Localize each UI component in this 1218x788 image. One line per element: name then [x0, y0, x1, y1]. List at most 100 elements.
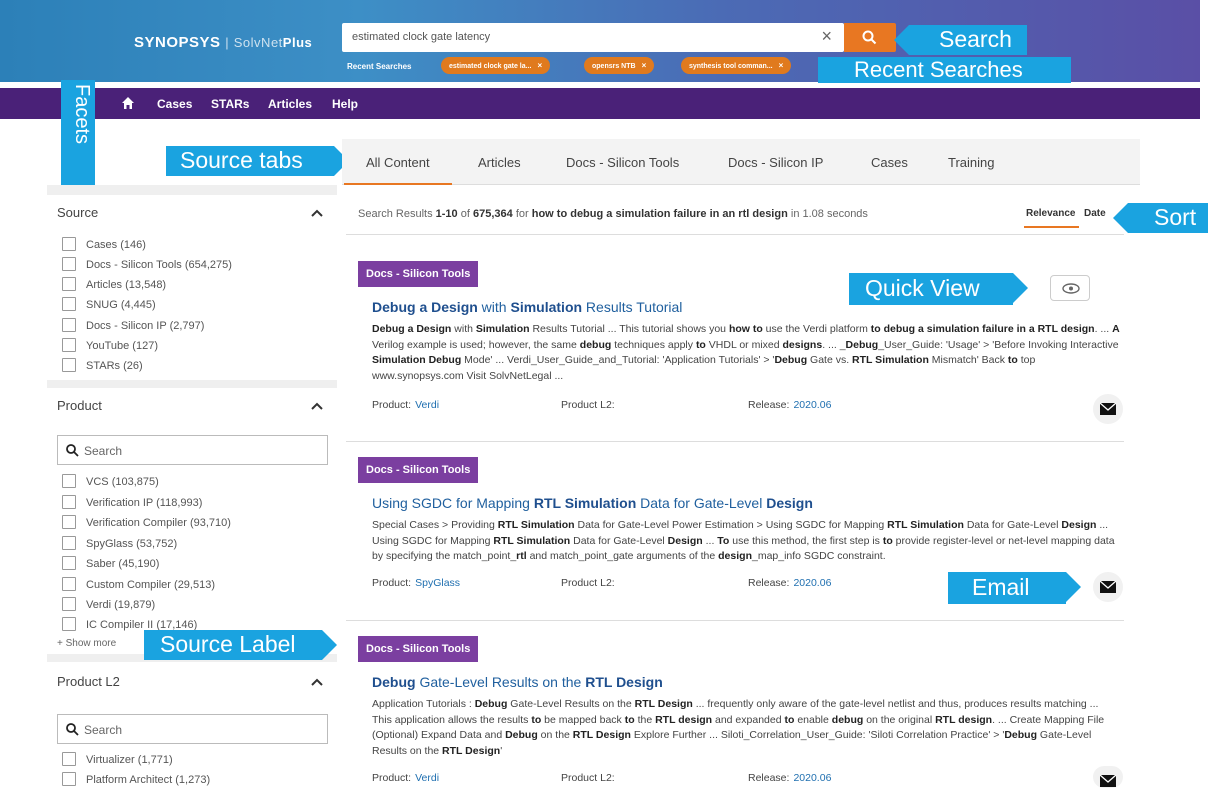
remove-chip-icon[interactable]: × [779, 61, 784, 70]
search-icon [862, 30, 877, 45]
result-product-l2: Product L2: [561, 399, 615, 411]
product-link[interactable]: Verdi [415, 772, 439, 784]
highlight-term: design [718, 550, 752, 562]
sort-relevance[interactable]: Relevance [1023, 208, 1081, 228]
checkbox[interactable] [62, 556, 76, 570]
callout-email: Email [948, 572, 1081, 604]
result-title-link[interactable]: Debug a Design with Simulation Results T… [372, 299, 682, 315]
text-segment: on the original [863, 713, 936, 726]
recent-search-chip[interactable]: estimated clock gate la... × [441, 57, 551, 74]
highlight-term: Design [1061, 519, 1097, 531]
tab-docs-silicon-tools[interactable]: Docs - Silicon Tools [566, 155, 679, 170]
checkbox[interactable] [62, 277, 76, 291]
checkbox[interactable] [62, 577, 76, 591]
tab-all-content[interactable]: All Content [344, 155, 452, 185]
facet-option[interactable]: Virtualizer (1,771) [62, 752, 173, 766]
tab-articles[interactable]: Articles [478, 155, 521, 170]
search-input[interactable]: estimated clock gate latency × [342, 23, 844, 52]
chevron-up-icon[interactable] [311, 402, 323, 410]
facet-option[interactable]: Docs - Silicon IP (2,797) [62, 318, 204, 332]
nav-cases[interactable]: Cases [157, 97, 192, 111]
callout-recent-searches: Recent Searches [818, 57, 1071, 83]
checkbox[interactable] [62, 772, 76, 786]
search-button[interactable] [844, 23, 896, 52]
text-segment: Results Tutorial [582, 299, 683, 315]
text-segment: Gate-Level Results on the [415, 674, 586, 690]
chevron-up-icon[interactable] [311, 209, 323, 217]
checkbox[interactable] [62, 257, 76, 271]
product-plus: Plus [282, 35, 313, 50]
main-nav: Cases STARs Articles Help [0, 88, 1200, 119]
email-button[interactable] [1093, 572, 1123, 602]
checkbox[interactable] [62, 297, 76, 311]
facet-option[interactable]: IC Compiler II (17,146) [62, 617, 197, 631]
facet-option[interactable]: Verification Compiler (93,710) [62, 515, 231, 529]
source-tabs: All Content Articles Docs - Silicon Tool… [342, 139, 1140, 185]
facet-option[interactable]: SpyGlass (53,752) [62, 536, 177, 550]
highlight-term: to [531, 713, 542, 726]
checkbox[interactable] [62, 358, 76, 372]
recent-search-chip[interactable]: opensrs NTB × [584, 57, 655, 74]
text-segment: _map_info SGDC constraint. [751, 550, 886, 562]
remove-chip-icon[interactable]: × [642, 61, 647, 70]
tab-cases[interactable]: Cases [871, 155, 908, 170]
highlight-term: RTL design [655, 713, 713, 726]
highlight-term: how to [728, 323, 763, 335]
result-product: Product: Verdi [372, 399, 440, 411]
facet-option[interactable]: SNUG (4,445) [62, 297, 156, 311]
checkbox[interactable] [62, 536, 76, 550]
checkbox[interactable] [62, 617, 76, 631]
tab-training[interactable]: Training [948, 155, 994, 170]
product-l2-search-input[interactable]: Search [57, 714, 328, 744]
result-title-link[interactable]: Using SGDC for Mapping RTL Simulation Da… [372, 495, 813, 511]
checkbox[interactable] [62, 752, 76, 766]
facet-option[interactable]: Verdi (19,879) [62, 597, 155, 611]
checkbox[interactable] [62, 318, 76, 332]
email-button[interactable] [1093, 766, 1123, 788]
facet-option[interactable]: YouTube (127) [62, 338, 158, 352]
sort-date[interactable]: Date [1084, 208, 1106, 219]
clear-search-icon[interactable]: × [821, 26, 832, 47]
product-link[interactable]: SpyGlass [415, 577, 460, 589]
chevron-up-icon[interactable] [311, 678, 323, 686]
facet-option[interactable]: Verification IP (118,993) [62, 495, 202, 509]
quick-view-button[interactable] [1050, 275, 1090, 301]
synopsys-logo[interactable]: SYNOPSYS | SolvNetPlus [134, 34, 312, 51]
product-link[interactable]: Verdi [415, 399, 439, 411]
checkbox[interactable] [62, 237, 76, 251]
facet-option[interactable]: Articles (13,548) [62, 277, 166, 291]
nav-stars[interactable]: STARs [211, 97, 249, 111]
show-more-link[interactable]: + Show more [57, 638, 116, 649]
tab-docs-silicon-ip[interactable]: Docs - Silicon IP [728, 155, 823, 170]
recent-search-chip[interactable]: synthesis tool comman... × [681, 57, 792, 74]
text-segment: the [634, 713, 656, 726]
nav-articles[interactable]: Articles [268, 97, 312, 111]
facet-option[interactable]: VCS (103,875) [62, 474, 159, 488]
facet-option[interactable]: Cases (146) [62, 237, 146, 251]
checkbox[interactable] [62, 474, 76, 488]
checkbox[interactable] [62, 597, 76, 611]
highlight-term: to [784, 713, 795, 726]
product-search-input[interactable]: Search [57, 435, 328, 465]
callout-quick-view: Quick View [849, 273, 1028, 305]
facet-option[interactable]: STARs (26) [62, 358, 143, 372]
text-segment: VHDL or mixed [705, 338, 783, 351]
highlight-term: designs [782, 338, 823, 351]
highlight-term: Design [766, 495, 813, 511]
remove-chip-icon[interactable]: × [537, 61, 542, 70]
facet-title: Source [57, 205, 99, 220]
result-title-link[interactable]: Debug Gate-Level Results on the RTL Desi… [372, 674, 663, 690]
result-release: Release: 2020.06 [748, 399, 832, 411]
checkbox[interactable] [62, 338, 76, 352]
facet-option[interactable]: Custom Compiler (29,513) [62, 577, 215, 591]
checkbox[interactable] [62, 515, 76, 529]
facet-option[interactable]: Saber (45,190) [62, 556, 159, 570]
home-icon[interactable] [121, 96, 135, 110]
facet-product: Product Search VCS (103,875) Verificatio… [47, 388, 337, 654]
facet-option[interactable]: Docs - Silicon Tools (654,275) [62, 257, 232, 271]
nav-help[interactable]: Help [332, 97, 358, 111]
facet-option[interactable]: Platform Architect (1,273) [62, 772, 210, 786]
text-segment: ... [702, 534, 718, 547]
email-button[interactable] [1093, 394, 1123, 424]
checkbox[interactable] [62, 495, 76, 509]
